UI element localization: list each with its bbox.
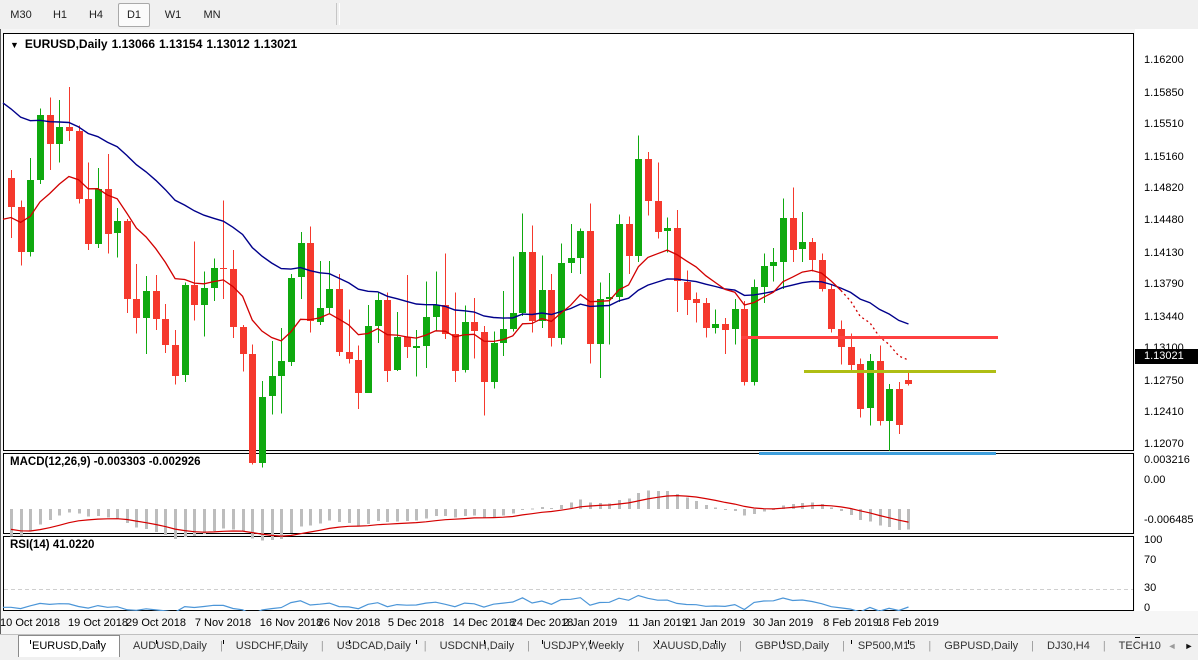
timeframe-button-m30[interactable]: M30 [4,3,38,27]
price-axis-label: 1.16200 [1144,53,1184,67]
chart-tab-xauusd-daily[interactable]: XAUUSD,Daily [640,636,739,657]
macd-title: MACD(12,26,9) -0.003303 -0.002926 [10,456,201,468]
timeframe-button-d1[interactable]: D1 [118,3,150,27]
toolbar-separator [336,3,340,25]
price-axis-label: 1.14130 [1144,246,1184,260]
chart-tab-usdjpy-weekly[interactable]: USDJPY,Weekly [530,636,637,657]
price-pane[interactable] [3,33,1134,451]
price-axis-label: 1.12750 [1144,374,1184,388]
chart-tab-audusd-daily[interactable]: AUDUSD,Daily [120,636,220,657]
date-axis[interactable]: 10 Oct 2018 19 Oct 201829 Oct 2018 7 Nov 2… [1,611,1198,634]
tab-scroll-right-icon[interactable]: ► [1182,635,1196,657]
mt4-window: M30 H1 H4 D1 W1 MN ▼ EURUSD,Daily 1.13066 1.1315… [0,0,1198,660]
rsi-title: RSI(14) 41.0220 [10,539,94,551]
timeframe-button-h1[interactable]: H1 [46,3,74,27]
chart-tab-eurusd-daily[interactable]: EURUSD,Daily [18,635,120,658]
chart-tab-bar: EURUSD,DailyAUDUSD,Daily|USDCHF,Daily|US… [0,634,1198,658]
timeframe-button-h4[interactable]: H4 [82,3,110,27]
chart-tab-dj30-h4[interactable]: DJ30,H4 [1034,636,1103,657]
price-axis-label: 1.14480 [1144,213,1184,227]
date-axis-label: 11 Jan 2019 [628,617,688,629]
macd-axis-label: -0.006485 [1144,513,1194,527]
chart-tab-usdcnh-daily[interactable]: USDCNH,Daily [427,636,528,657]
symbol-title: EURUSD,Daily [25,37,108,51]
chart-tab-usdchf-daily[interactable]: USDCHF,Daily [223,636,321,657]
macd-axis-label: 0.003216 [1144,453,1190,467]
chart-tab-sp500-m15[interactable]: SP500,M15 [845,636,928,657]
price-axis[interactable]: 1.13021 1.16200 1.15850 1.15510 1.15160 1.14… [1135,29,1198,634]
timeframe-toolbar: M30 H1 H4 D1 W1 MN [0,0,1198,30]
timeframe-button-w1[interactable]: W1 [158,3,188,27]
date-axis-label: 10 Oct 2018 [0,617,60,629]
tab-scroll-left-icon[interactable]: ◄ [1165,635,1179,657]
date-axis-label: 7 Nov 2018 [195,617,251,629]
date-axis-label: 29 Oct 2018 [126,617,186,629]
price-axis-label: 1.15510 [1144,117,1184,131]
price-axis-label: 1.15160 [1144,150,1184,164]
rsi-pane[interactable] [3,536,1134,611]
date-axis-label: 8 Feb 2019 [823,617,879,629]
date-axis-label: 30 Jan 2019 [753,617,814,629]
date-axis-label: 21 Jan 2019 [685,617,746,629]
price-axis-label: 1.15850 [1144,86,1184,100]
timeframe-button-mn[interactable]: MN [196,3,228,27]
ohlc-close: 1.13021 [254,37,297,51]
date-axis-label: 2 Jan 2019 [563,617,617,629]
date-axis-label: 19 Oct 2018 [68,617,128,629]
tab-scroll-buttons: ◄ ► [1161,635,1196,657]
chart-header: ▼ EURUSD,Daily 1.13066 1.13154 1.13012 1.1302… [10,37,301,51]
price-axis-label: 1.13440 [1144,310,1184,324]
rsi-axis-label: 100 [1144,533,1162,547]
price-axis-label: 1.13790 [1144,277,1184,291]
rsi-axis-label: 30 [1144,581,1156,595]
date-axis-label: 5 Dec 2018 [388,617,444,629]
chart-window: ▼ EURUSD,Daily 1.13066 1.13154 1.13012 1.1302… [0,29,1198,634]
current-price-tag: 1.13021 [1135,349,1198,364]
rsi-axis-label: 70 [1144,553,1156,567]
date-axis-label: 18 Feb 2019 [877,617,939,629]
date-axis-label: 26 Nov 2018 [318,617,380,629]
price-axis-label: 1.14820 [1144,181,1184,195]
chart-tab-usdcad-daily[interactable]: USDCAD,Daily [324,636,424,657]
macd-axis-label: 0.00 [1144,473,1165,487]
price-axis-label: 1.12410 [1144,405,1184,419]
chart-tab-gbpusd-daily[interactable]: GBPUSD,Daily [931,636,1031,657]
ohlc-low: 1.13012 [206,37,249,51]
date-axis-label: 16 Nov 2018 [260,617,322,629]
chart-tab-gbpusd-daily[interactable]: GBPUSD,Daily [742,636,842,657]
price-axis-label: 1.12070 [1144,437,1184,451]
date-axis-label: 14 Dec 2018 [453,617,515,629]
ohlc-high: 1.13154 [159,37,202,51]
chevron-down-icon[interactable]: ▼ [10,40,19,50]
ohlc-open: 1.13066 [112,37,155,51]
